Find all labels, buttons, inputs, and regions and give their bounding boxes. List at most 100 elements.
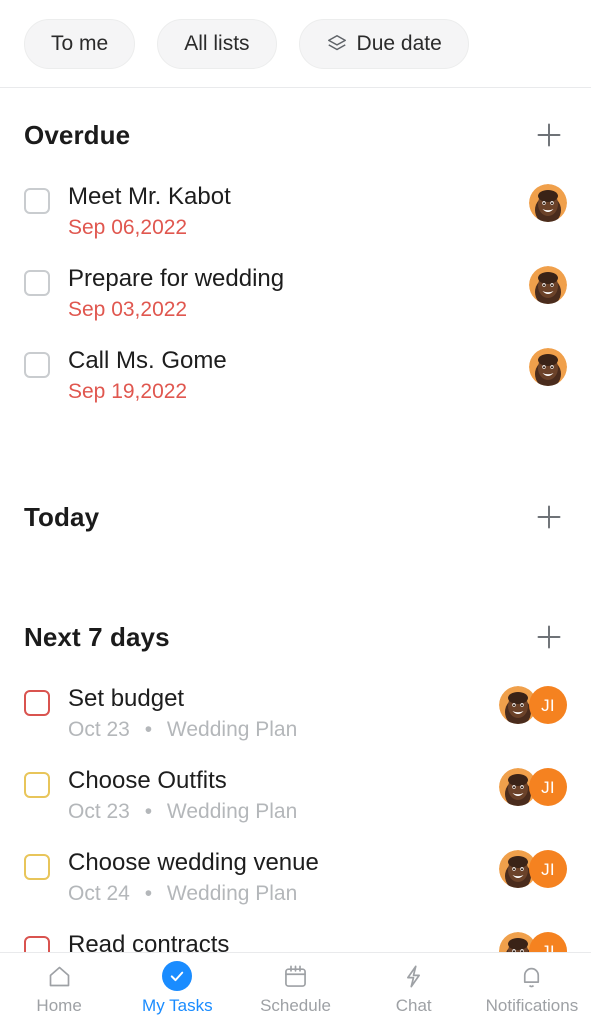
task-due-date: Oct 24	[68, 882, 130, 905]
nav-label-schedule: Schedule	[260, 996, 331, 1015]
task-checkbox[interactable]	[24, 188, 50, 214]
nav-label-chat: Chat	[395, 996, 432, 1015]
nav-item-schedule[interactable]: Schedule	[236, 961, 354, 1016]
avatar[interactable]	[529, 184, 567, 222]
add-task-button-next-7-days[interactable]	[531, 619, 567, 655]
task-title: Read contracts	[68, 931, 230, 952]
task-list-content[interactable]: Overdue Meet Mr. Kabot Sep 06,2022 Prepa…	[0, 88, 591, 952]
task-title: Meet Mr. Kabot	[68, 183, 231, 210]
task-body: Choose wedding venue Oct 24 • Wedding Pl…	[50, 848, 495, 908]
task-meta: Sep 06,2022	[68, 214, 513, 242]
task-body: Set budget Oct 23 • Wedding Plan	[50, 684, 495, 744]
task-body: Prepare for wedding Sep 03,2022	[50, 264, 525, 324]
task-assignees[interactable]: JI	[495, 768, 567, 806]
task-assignees[interactable]: JI	[495, 686, 567, 724]
task-body: Meet Mr. Kabot Sep 06,2022	[50, 182, 525, 242]
task-title: Choose Outfits	[68, 767, 227, 794]
filter-chip-to-me-label: To me	[51, 31, 109, 55]
section-title-today: Today	[24, 501, 100, 532]
nav-item-notifications[interactable]: Notifications	[473, 961, 591, 1016]
task-checkbox[interactable]	[24, 772, 50, 798]
task-meta: Sep 03,2022	[68, 296, 513, 324]
section-header-overdue: Overdue	[0, 104, 591, 166]
task-assignees[interactable]	[525, 266, 567, 304]
task-row[interactable]: Meet Mr. Kabot Sep 06,2022	[0, 182, 591, 264]
add-task-button-overdue[interactable]	[531, 117, 567, 153]
task-checkbox[interactable]	[24, 352, 50, 378]
avatar[interactable]	[529, 348, 567, 386]
task-due-date: Sep 19,2022	[68, 380, 188, 403]
filter-chip-all-lists-label: All lists	[184, 31, 250, 55]
filter-chip-to-me[interactable]: To me	[24, 18, 136, 69]
task-meta: Sep 19,2022	[68, 378, 513, 406]
task-checkbox[interactable]	[24, 854, 50, 880]
task-title: Prepare for wedding	[68, 265, 285, 292]
avatar-initials[interactable]: JI	[529, 932, 567, 952]
task-assignees[interactable]	[525, 348, 567, 386]
task-meta: Oct 23 • Wedding Plan	[68, 798, 483, 826]
task-due-date: Oct 23	[68, 800, 130, 823]
meta-separator-dot: •	[144, 718, 153, 741]
task-title: Choose wedding venue	[68, 849, 319, 876]
meta-separator-dot: •	[144, 882, 153, 905]
task-row[interactable]: Call Ms. Gome Sep 19,2022	[0, 346, 591, 428]
task-due-date: Sep 06,2022	[68, 216, 188, 239]
task-title: Call Ms. Gome	[68, 347, 227, 374]
task-due-date: Oct 23	[68, 718, 130, 741]
task-assignees[interactable]: JI	[495, 850, 567, 888]
task-assignees[interactable]	[525, 184, 567, 222]
lightning-icon	[399, 961, 429, 991]
task-list-name: Wedding Plan	[166, 800, 298, 823]
task-title: Set budget	[68, 685, 185, 712]
sort-chip-due-date[interactable]: Due date	[298, 18, 469, 69]
task-body: Call Ms. Gome Sep 19,2022	[50, 346, 525, 406]
nav-label-my-tasks: My Tasks	[142, 996, 213, 1015]
task-meta: Oct 24 • Wedding Plan	[68, 880, 483, 908]
sort-chip-label: Due date	[356, 31, 442, 55]
filter-bar: To me All lists Due date	[0, 0, 591, 88]
task-body: Choose Outfits Oct 23 • Wedding Plan	[50, 766, 495, 826]
task-assignees[interactable]: JI	[495, 932, 567, 952]
nav-item-my-tasks[interactable]: My Tasks	[118, 961, 236, 1016]
section-header-next-7-days: Next 7 days	[0, 606, 591, 668]
nav-item-chat[interactable]: Chat	[355, 961, 473, 1016]
section-title-overdue: Overdue	[24, 119, 131, 150]
task-checkbox[interactable]	[24, 270, 50, 296]
avatar-initials[interactable]: JI	[529, 686, 567, 724]
bell-icon	[517, 961, 547, 991]
meta-separator-dot: •	[144, 800, 153, 823]
task-row[interactable]: Choose Outfits Oct 23 • Wedding Plan JI	[0, 766, 591, 848]
task-list-name: Wedding Plan	[166, 718, 298, 741]
task-row[interactable]: Set budget Oct 23 • Wedding Plan JI	[0, 684, 591, 766]
add-task-button-today[interactable]	[531, 499, 567, 535]
filter-chip-all-lists[interactable]: All lists	[157, 18, 277, 69]
task-row[interactable]: Prepare for wedding Sep 03,2022	[0, 264, 591, 346]
calendar-icon	[281, 961, 311, 991]
task-checkbox[interactable]	[24, 936, 50, 952]
app-screen: To me All lists Due date Overdue Meet Mr…	[0, 0, 591, 1024]
layers-icon	[326, 33, 348, 55]
bottom-navigation-bar: Home My Tasks Schedule Chat Notification…	[0, 952, 591, 1024]
task-list-name: Wedding Plan	[166, 882, 298, 905]
task-checkbox[interactable]	[24, 690, 50, 716]
nav-item-home[interactable]: Home	[0, 961, 118, 1016]
avatar-initials[interactable]: JI	[529, 768, 567, 806]
task-meta: Oct 23 • Wedding Plan	[68, 716, 483, 744]
nav-label-notifications: Notifications	[485, 996, 579, 1015]
task-body: Read contracts Oct 25 • Wedding Plan	[50, 930, 495, 952]
task-due-date: Sep 03,2022	[68, 298, 188, 321]
section-title-next-7-days: Next 7 days	[24, 621, 170, 652]
home-icon	[44, 961, 74, 991]
task-row[interactable]: Choose wedding venue Oct 24 • Wedding Pl…	[0, 848, 591, 930]
avatar[interactable]	[529, 266, 567, 304]
task-row[interactable]: Read contracts Oct 25 • Wedding Plan	[0, 930, 591, 952]
avatar-initials[interactable]: JI	[529, 850, 567, 888]
nav-label-home: Home	[36, 996, 82, 1015]
check-circle-icon	[162, 961, 193, 991]
section-header-today: Today	[0, 486, 591, 548]
